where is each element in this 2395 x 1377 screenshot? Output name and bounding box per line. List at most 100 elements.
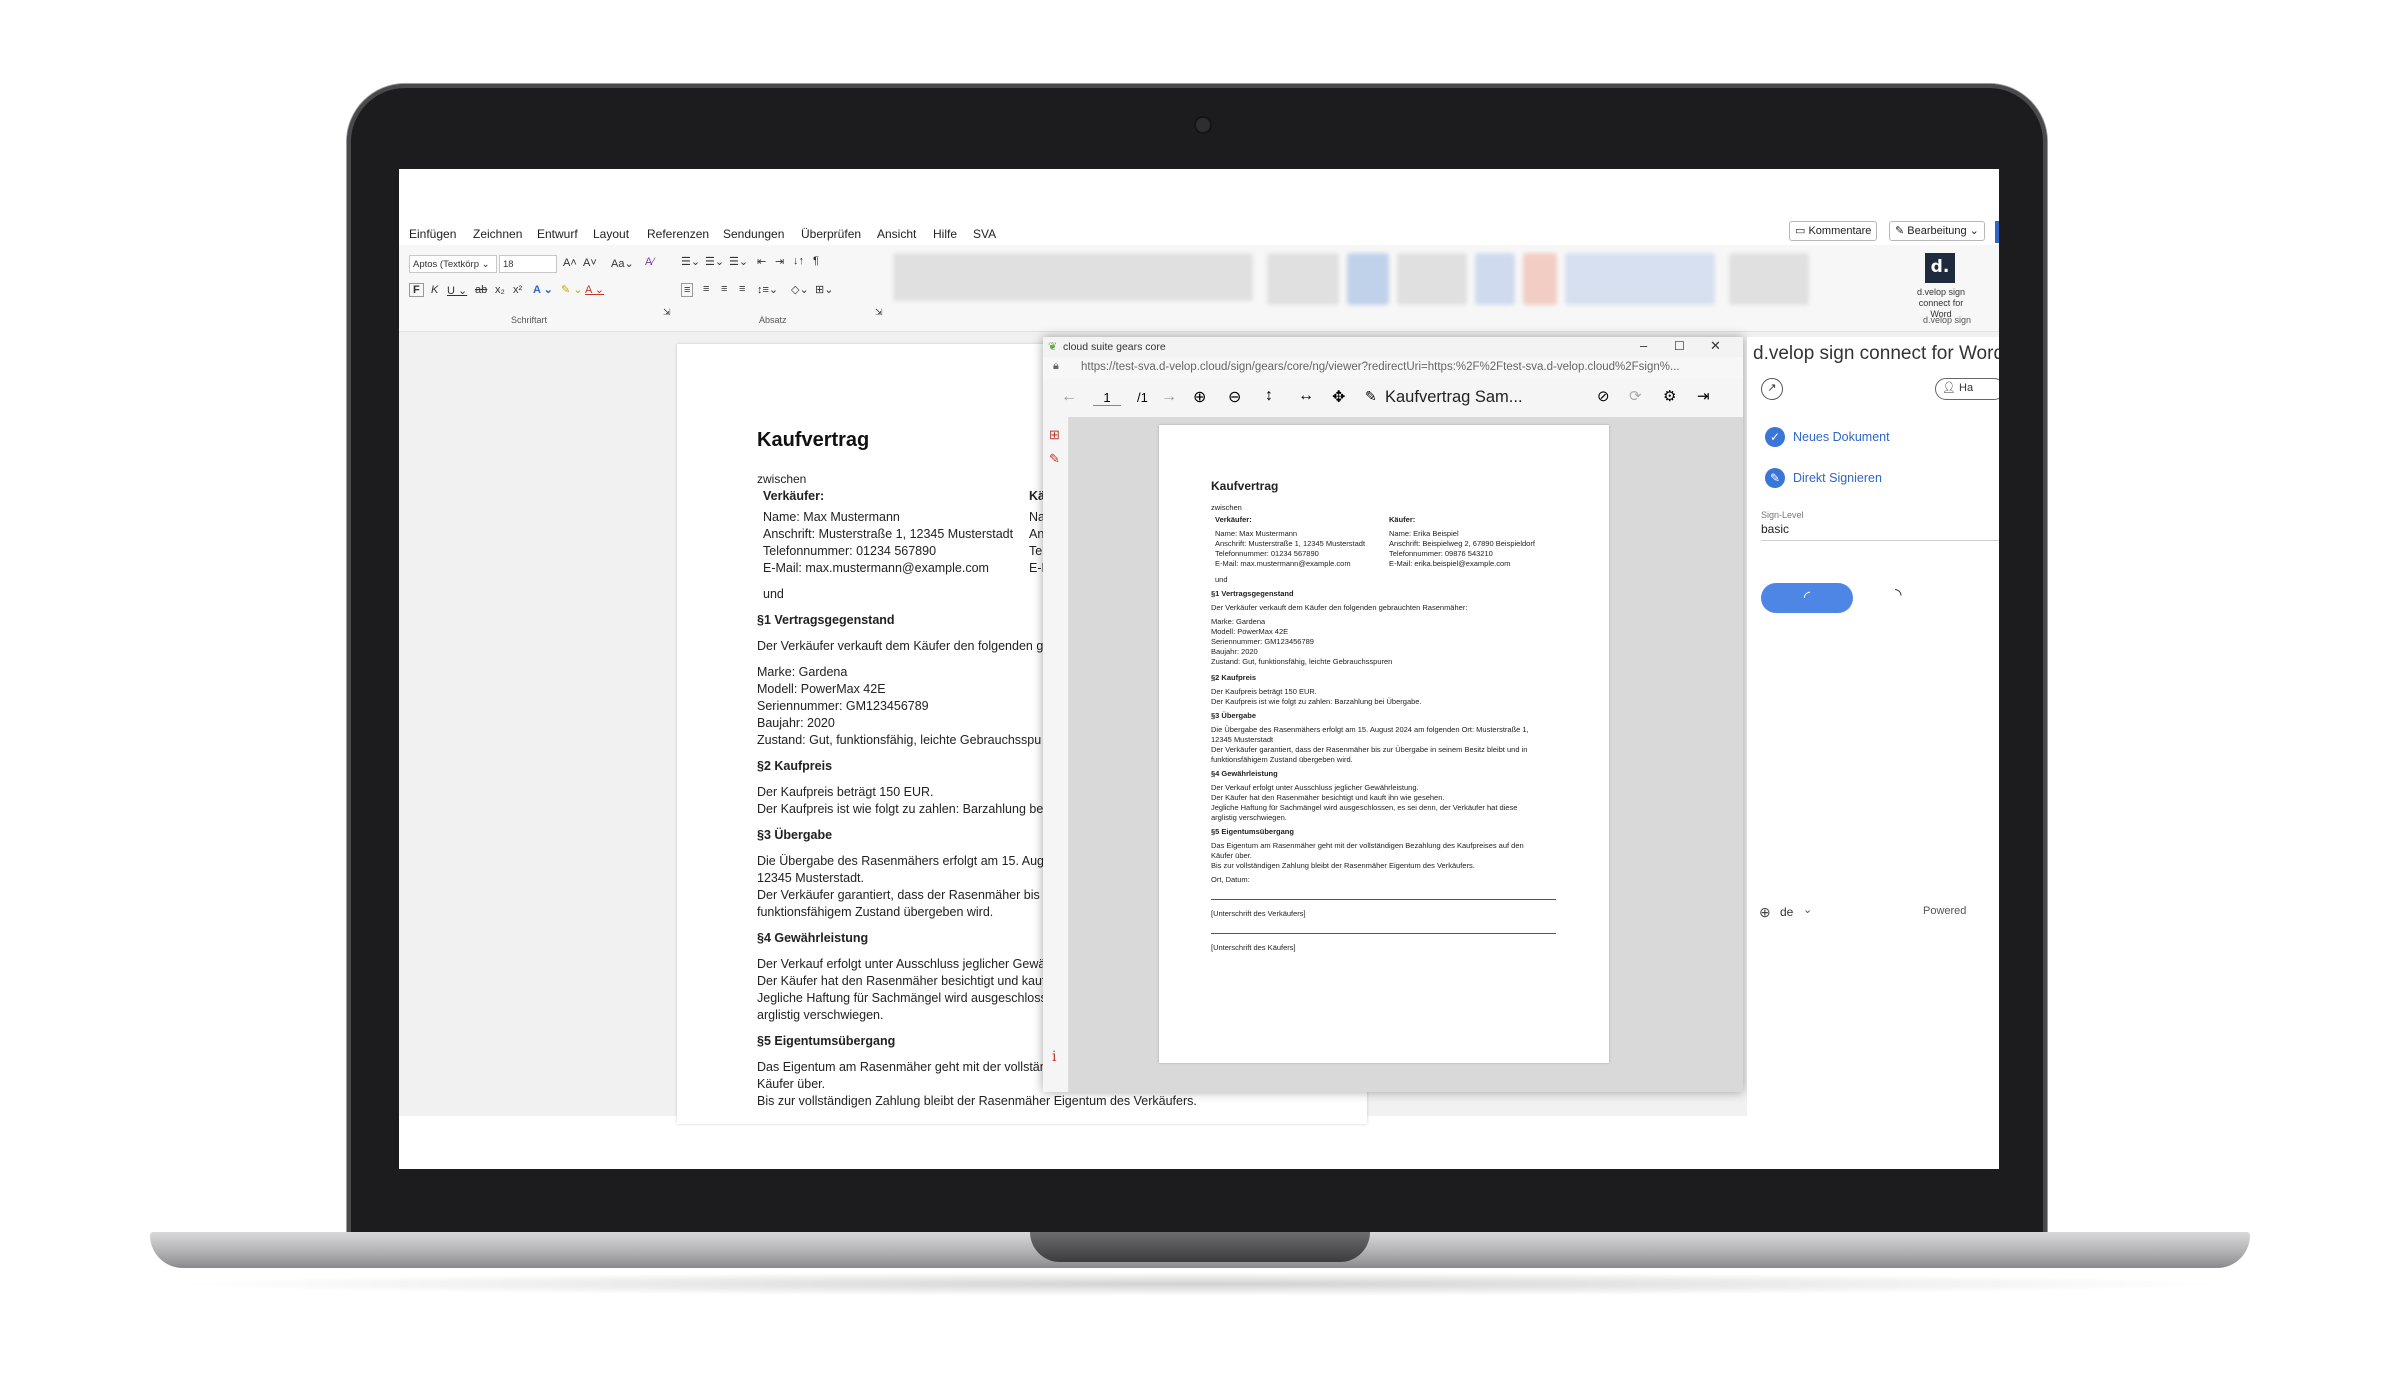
subscript-icon[interactable]: x₂ <box>495 284 505 296</box>
refresh-icon[interactable]: ⟳ <box>1629 387 1642 405</box>
maximize-icon[interactable]: ☐ <box>1674 339 1685 353</box>
text-effects-icon[interactable]: A ⌄ <box>533 283 553 296</box>
dvelop-sign-panel: d.velop sign connect for Word ↗ 👤︎ Ha ✓ … <box>1747 337 1999 1117</box>
exit-icon[interactable]: ⇥ <box>1697 387 1710 405</box>
tab-referenzen[interactable]: Referenzen <box>647 227 709 241</box>
align-right-icon[interactable]: ≡ <box>721 283 727 295</box>
mini-s1-title: §1 Vertragsgegenstand <box>1211 589 1294 598</box>
mini-seller-address: Anschrift: Musterstraße 1, 12345 Musters… <box>1215 539 1366 548</box>
zoom-out-icon[interactable]: ⊖ <box>1228 387 1241 407</box>
open-external-icon[interactable]: ↗ <box>1761 378 1783 400</box>
next-page-icon[interactable]: → <box>1161 388 1177 406</box>
tab-layout[interactable]: Layout <box>593 227 629 241</box>
zoom-in-icon[interactable]: ⊕ <box>1193 387 1206 407</box>
superscript-icon[interactable]: x² <box>513 284 522 296</box>
font-name-value: Aptos (Textkörp <box>413 259 479 270</box>
language-select[interactable]: de <box>1780 905 1793 919</box>
underline-icon[interactable]: U ⌄ <box>447 284 467 297</box>
numbering-icon[interactable]: ☰⌄ <box>705 255 724 268</box>
shrink-font-icon[interactable]: A˅ <box>583 257 597 269</box>
thumbnails-icon[interactable]: ⊞ <box>1049 427 1060 443</box>
fit-height-icon[interactable]: ↕ <box>1265 387 1273 405</box>
line-spacing-icon[interactable]: ↕≡⌄ <box>757 283 778 296</box>
mini-buyer-name: Name: Erika Beispiel <box>1389 529 1459 538</box>
tab-sendungen[interactable]: Sendungen <box>723 227 784 241</box>
font-dialog-icon[interactable]: ⇲ <box>663 307 671 318</box>
doc-s1-title: §1 Vertragsgegenstand <box>757 613 895 627</box>
shading-icon[interactable]: ◇⌄ <box>791 283 809 296</box>
tab-hilfe[interactable]: Hilfe <box>933 227 957 241</box>
font-size-value: 18 <box>503 259 514 270</box>
bullets-icon[interactable]: ☰⌄ <box>681 255 700 268</box>
new-document-link[interactable]: Neues Dokument <box>1793 430 1890 444</box>
page-number-input[interactable]: 1 <box>1093 390 1121 406</box>
multilevel-list-icon[interactable]: ☰⌄ <box>729 255 748 268</box>
mini-serial: Seriennummer: GM123456789 <box>1211 637 1314 646</box>
align-center-icon[interactable]: ≡ <box>703 283 709 295</box>
mini-s4-line1: Der Verkauf erfolgt unter Ausschluss jeg… <box>1211 783 1419 792</box>
info-icon[interactable]: i <box>1052 1049 1056 1065</box>
dvelop-logo[interactable]: d. <box>1925 253 1955 283</box>
tab-sva[interactable]: SVA <box>973 227 996 241</box>
tab-zeichnen[interactable]: Zeichnen <box>473 227 522 241</box>
doc-s2-line2: Der Kaufpreis ist wie folgt zu zahlen: B… <box>757 802 1047 816</box>
grow-font-icon[interactable]: A˄ <box>563 257 577 269</box>
pilcrow-icon[interactable]: ¶ <box>813 255 819 267</box>
account-button[interactable]: 👤︎ Ha <box>1935 378 1999 400</box>
prev-page-icon[interactable]: ← <box>1061 388 1077 406</box>
highlight-icon[interactable]: ✎ ⌄ <box>561 283 583 296</box>
doc-seller-email: E-Mail: max.mustermann@example.com <box>763 561 989 575</box>
mini-buyer-email: E-Mail: erika.beispiel@example.com <box>1389 559 1511 568</box>
chevron-down-icon[interactable]: ⌄ <box>1803 903 1812 916</box>
strikethrough-icon[interactable]: ab <box>475 284 487 296</box>
block-icon[interactable]: ⊘ <box>1597 387 1610 405</box>
doc-title: Kaufvertrag <box>757 429 870 451</box>
sign-directly-link[interactable]: Direkt Signieren <box>1793 471 1882 485</box>
settings-gear-icon[interactable]: ⚙ <box>1663 387 1676 405</box>
mini-seller-email: E-Mail: max.mustermann@example.com <box>1215 559 1351 568</box>
primary-action-button[interactable]: ◜ <box>1761 583 1853 613</box>
fit-width-icon[interactable]: ↔ <box>1298 387 1314 405</box>
viewer-window-title: cloud suite gears core <box>1063 341 1166 353</box>
align-left-icon[interactable]: ≡ <box>681 283 694 297</box>
comments-button[interactable]: ▭ Kommentare <box>1789 221 1878 241</box>
blurred-group-addins <box>1565 253 1715 305</box>
styles-gallery[interactable] <box>893 253 1253 301</box>
viewer-window: ❦ cloud suite gears core – ☐ ✕ 🔒︎ https:… <box>1043 337 1743 1092</box>
tab-ueberpruefen[interactable]: Überprüfen <box>801 227 861 241</box>
viewer-page[interactable]: Kaufvertrag zwischen Verkäufer: Käufer: … <box>1159 425 1609 1063</box>
powered-by-text: Powered <box>1923 905 1967 917</box>
mini-model: Modell: PowerMax 42E <box>1211 627 1289 636</box>
edit-mode-button[interactable]: ✎ Bearbeitung ⌄ <box>1889 221 1985 241</box>
sign-level-value[interactable]: basic <box>1761 522 1789 536</box>
increase-indent-icon[interactable]: ⇥ <box>775 255 784 268</box>
justify-icon[interactable]: ≡ <box>739 283 745 295</box>
chevron-down-icon: ⌄ <box>1966 225 1979 237</box>
bold-icon[interactable]: F <box>409 283 424 297</box>
mini-s3-line3: Der Verkäufer garantiert, dass der Rasen… <box>1211 745 1528 754</box>
viewer-url[interactable]: https://test-sva.d-velop.cloud/sign/gear… <box>1081 361 1680 373</box>
change-case-icon[interactable]: Aa⌄ <box>611 257 634 270</box>
borders-icon[interactable]: ⊞⌄ <box>815 283 833 296</box>
close-icon[interactable]: ✕ <box>1710 338 1721 354</box>
app-leaf-icon: ❦ <box>1048 341 1058 353</box>
sort-icon[interactable]: ↓↑ <box>793 255 804 267</box>
pan-icon[interactable]: ✥ <box>1332 387 1345 407</box>
tab-entwurf[interactable]: Entwurf <box>537 227 578 241</box>
paragraph-dialog-icon[interactable]: ⇲ <box>875 307 883 318</box>
edit-doc-icon[interactable]: ✎ <box>1365 388 1377 405</box>
tab-einfuegen[interactable]: Einfügen <box>409 227 456 241</box>
annotations-icon[interactable]: ✎ <box>1049 451 1060 467</box>
font-name-select[interactable]: Aptos (Textkörp ⌄ <box>409 255 497 273</box>
tab-ansicht[interactable]: Ansicht <box>877 227 916 241</box>
share-button-edge[interactable] <box>1995 221 1999 243</box>
italic-icon[interactable]: K <box>431 284 438 296</box>
doc-buyer-cut-2: An <box>1029 527 1045 541</box>
minimize-icon[interactable]: – <box>1640 338 1647 353</box>
mini-s5-line3: Bis zur vollständigen Zahlung bleibt der… <box>1211 861 1475 870</box>
decrease-indent-icon[interactable]: ⇤ <box>757 255 766 268</box>
viewer-url-bar[interactable]: 🔒︎ https://test-sva.d-velop.cloud/sign/g… <box>1043 357 1743 380</box>
font-size-select[interactable]: 18 <box>499 255 557 273</box>
font-color-icon[interactable]: A ⌄ <box>585 283 604 296</box>
clear-format-icon[interactable]: A⁄ <box>645 256 654 268</box>
